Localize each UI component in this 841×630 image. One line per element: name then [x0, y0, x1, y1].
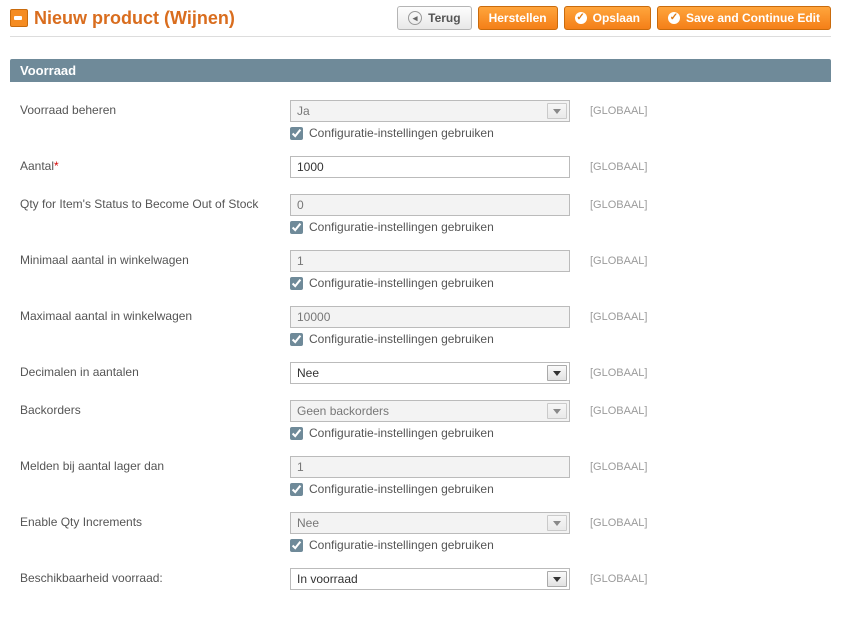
row-manage-stock: Voorraad beheren Ja Configuratie-instell… [20, 100, 821, 140]
save-button-label: Opslaan [593, 11, 640, 25]
row-notify: Melden bij aantal lager dan 1 Configurat… [20, 456, 821, 496]
label-min-qty: Qty for Item's Status to Become Out of S… [20, 194, 280, 211]
input-qty[interactable]: 1000 [290, 156, 570, 178]
page-header: Nieuw product (Wijnen) ◂ Terug Herstelle… [10, 6, 831, 37]
back-icon: ◂ [408, 11, 422, 25]
label-min-sale: Minimaal aantal in winkelwagen [20, 250, 280, 267]
input-max-sale-value: 10000 [297, 310, 330, 324]
chevron-down-icon [547, 571, 567, 587]
config-manage-stock[interactable]: Configuratie-instellingen gebruiken [290, 126, 580, 140]
config-notify-checkbox[interactable] [290, 483, 303, 496]
scope-max-sale: [GLOBAAL] [590, 306, 770, 323]
select-manage-stock-value: Ja [297, 104, 310, 118]
button-bar: ◂ Terug Herstellen ✓ Opslaan ✓ Save and … [397, 6, 831, 30]
config-min-qty-label: Configuratie-instellingen gebruiken [309, 220, 494, 234]
config-notify[interactable]: Configuratie-instellingen gebruiken [290, 482, 580, 496]
label-backorders: Backorders [20, 400, 280, 417]
select-qty-inc-value: Nee [297, 516, 319, 530]
chevron-down-icon [547, 403, 567, 419]
row-min-sale: Minimaal aantal in winkelwagen 1 Configu… [20, 250, 821, 290]
select-availability-value: In voorraad [297, 572, 358, 586]
config-min-qty[interactable]: Configuratie-instellingen gebruiken [290, 220, 580, 234]
chevron-down-icon [547, 515, 567, 531]
check-icon: ✓ [668, 12, 680, 24]
inventory-section: Voorraad Voorraad beheren Ja Configurati… [10, 59, 831, 610]
label-qty-inc: Enable Qty Increments [20, 512, 280, 529]
scope-decimal: [GLOBAAL] [590, 362, 770, 379]
select-manage-stock[interactable]: Ja [290, 100, 570, 122]
row-availability: Beschikbaarheid voorraad: In voorraad [G… [20, 568, 821, 590]
label-manage-stock: Voorraad beheren [20, 100, 280, 117]
config-qty-inc-label: Configuratie-instellingen gebruiken [309, 538, 494, 552]
save-button[interactable]: ✓ Opslaan [564, 6, 651, 30]
save-continue-button[interactable]: ✓ Save and Continue Edit [657, 6, 831, 30]
scope-qty-inc: [GLOBAAL] [590, 512, 770, 529]
row-decimal: Decimalen in aantalen Nee [GLOBAAL] [20, 362, 821, 384]
config-min-qty-checkbox[interactable] [290, 221, 303, 234]
section-title: Voorraad [10, 59, 831, 82]
input-min-qty-value: 0 [297, 198, 304, 212]
scope-backorders: [GLOBAAL] [590, 400, 770, 417]
config-backorders-checkbox[interactable] [290, 427, 303, 440]
scope-min-sale: [GLOBAAL] [590, 250, 770, 267]
config-manage-stock-label: Configuratie-instellingen gebruiken [309, 126, 494, 140]
save-continue-button-label: Save and Continue Edit [686, 11, 820, 25]
config-manage-stock-checkbox[interactable] [290, 127, 303, 140]
scope-notify: [GLOBAAL] [590, 456, 770, 473]
input-min-sale-value: 1 [297, 254, 304, 268]
config-backorders-label: Configuratie-instellingen gebruiken [309, 426, 494, 440]
label-max-sale: Maximaal aantal in winkelwagen [20, 306, 280, 323]
label-availability: Beschikbaarheid voorraad: [20, 568, 280, 585]
config-backorders[interactable]: Configuratie-instellingen gebruiken [290, 426, 580, 440]
page-title: Nieuw product (Wijnen) [34, 8, 235, 29]
row-backorders: Backorders Geen backorders Configuratie-… [20, 400, 821, 440]
check-icon: ✓ [575, 12, 587, 24]
label-notify: Melden bij aantal lager dan [20, 456, 280, 473]
config-min-sale-label: Configuratie-instellingen gebruiken [309, 276, 494, 290]
select-qty-inc[interactable]: Nee [290, 512, 570, 534]
config-min-sale[interactable]: Configuratie-instellingen gebruiken [290, 276, 580, 290]
row-qty-inc: Enable Qty Increments Nee Configuratie-i… [20, 512, 821, 552]
label-qty: Aantal* [20, 156, 280, 173]
input-min-sale[interactable]: 1 [290, 250, 570, 272]
select-decimal-value: Nee [297, 366, 319, 380]
back-button[interactable]: ◂ Terug [397, 6, 471, 30]
input-notify-value: 1 [297, 460, 304, 474]
select-decimal[interactable]: Nee [290, 362, 570, 384]
config-max-sale-checkbox[interactable] [290, 333, 303, 346]
scope-qty: [GLOBAAL] [590, 156, 770, 173]
config-max-sale-label: Configuratie-instellingen gebruiken [309, 332, 494, 346]
config-max-sale[interactable]: Configuratie-instellingen gebruiken [290, 332, 580, 346]
config-qty-inc-checkbox[interactable] [290, 539, 303, 552]
reset-button-label: Herstellen [489, 11, 547, 25]
product-icon [10, 9, 28, 27]
input-max-sale[interactable]: 10000 [290, 306, 570, 328]
scope-manage-stock: [GLOBAAL] [590, 100, 770, 117]
reset-button[interactable]: Herstellen [478, 6, 558, 30]
row-qty: Aantal* 1000 [GLOBAAL] [20, 156, 821, 178]
select-backorders-value: Geen backorders [297, 404, 389, 418]
chevron-down-icon [547, 103, 567, 119]
config-min-sale-checkbox[interactable] [290, 277, 303, 290]
input-qty-value: 1000 [297, 160, 324, 174]
select-backorders[interactable]: Geen backorders [290, 400, 570, 422]
label-decimal: Decimalen in aantalen [20, 362, 280, 379]
input-min-qty[interactable]: 0 [290, 194, 570, 216]
back-button-label: Terug [428, 11, 460, 25]
select-availability[interactable]: In voorraad [290, 568, 570, 590]
row-min-qty: Qty for Item's Status to Become Out of S… [20, 194, 821, 234]
scope-availability: [GLOBAAL] [590, 568, 770, 585]
config-qty-inc[interactable]: Configuratie-instellingen gebruiken [290, 538, 580, 552]
row-max-sale: Maximaal aantal in winkelwagen 10000 Con… [20, 306, 821, 346]
label-qty-text: Aantal [20, 159, 54, 173]
scope-min-qty: [GLOBAAL] [590, 194, 770, 211]
chevron-down-icon [547, 365, 567, 381]
input-notify[interactable]: 1 [290, 456, 570, 478]
config-notify-label: Configuratie-instellingen gebruiken [309, 482, 494, 496]
